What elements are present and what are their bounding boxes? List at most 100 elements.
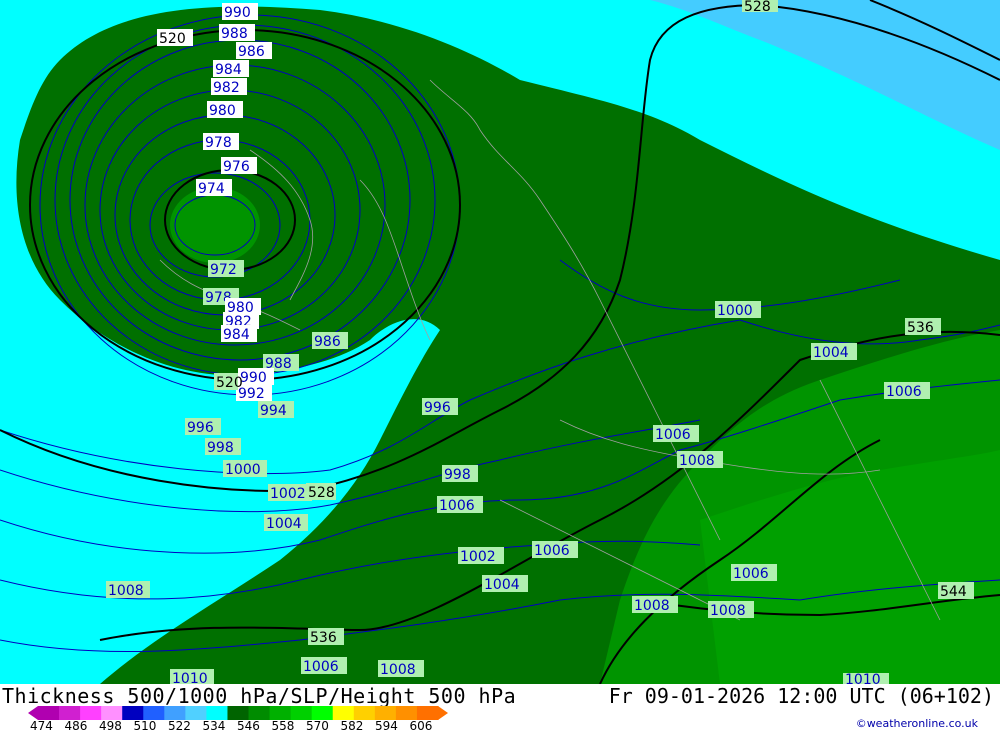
svg-text:1004: 1004 bbox=[484, 577, 520, 593]
svg-text:1008: 1008 bbox=[679, 453, 715, 469]
svg-text:976: 976 bbox=[223, 159, 250, 175]
height-label: 536 bbox=[308, 628, 344, 646]
valid-time: Fr 09-01-2026 12:00 UTC (06+102) bbox=[608, 684, 994, 708]
slp-label: 1004 bbox=[482, 575, 528, 593]
slp-label: 1004 bbox=[811, 343, 857, 361]
scale-cell bbox=[311, 706, 334, 720]
scale-arrow-right bbox=[438, 706, 448, 720]
svg-text:984: 984 bbox=[215, 62, 242, 78]
slp-label: 1008 bbox=[632, 596, 678, 614]
scale-cell bbox=[290, 706, 313, 720]
svg-text:974: 974 bbox=[198, 181, 225, 197]
svg-text:988: 988 bbox=[221, 26, 248, 42]
svg-text:1008: 1008 bbox=[710, 603, 746, 619]
map-footer: Thickness 500/1000 hPa/SLP/Height 500 hP… bbox=[0, 684, 1000, 733]
slp-label: 1000 bbox=[223, 460, 267, 478]
slp-label: 1008 bbox=[106, 581, 150, 599]
svg-text:984: 984 bbox=[223, 327, 250, 343]
svg-text:1008: 1008 bbox=[634, 598, 670, 614]
scale-cell bbox=[269, 706, 292, 720]
slp-label: 1006 bbox=[301, 657, 347, 675]
svg-text:990: 990 bbox=[224, 5, 251, 21]
svg-text:536: 536 bbox=[310, 630, 337, 646]
slp-label: 1008 bbox=[378, 660, 424, 678]
scale-cell bbox=[416, 706, 439, 720]
slp-label: 984 bbox=[213, 60, 249, 78]
scale-label: 558 bbox=[271, 719, 295, 733]
scale-cell bbox=[227, 706, 250, 720]
scale-label: 546 bbox=[237, 719, 260, 733]
svg-text:998: 998 bbox=[444, 467, 471, 483]
svg-text:990: 990 bbox=[240, 370, 267, 386]
scale-label: 582 bbox=[340, 719, 364, 733]
slp-label: 1010 bbox=[170, 669, 214, 687]
scale-cell bbox=[164, 706, 186, 720]
svg-text:1006: 1006 bbox=[439, 498, 475, 514]
slp-label: 1006 bbox=[884, 382, 930, 400]
slp-label: 1006 bbox=[532, 541, 578, 559]
svg-text:544: 544 bbox=[940, 584, 967, 600]
slp-label: 1000 bbox=[715, 301, 761, 319]
weather-map: 990 988 986 984 982 980 978 976 974 972 … bbox=[0, 0, 1000, 688]
scale-cell bbox=[248, 706, 271, 720]
slp-label: 998 bbox=[442, 465, 478, 483]
scale-label: 486 bbox=[64, 719, 88, 733]
svg-text:536: 536 bbox=[907, 320, 934, 336]
svg-text:972: 972 bbox=[210, 262, 237, 278]
height-label: 544 bbox=[938, 582, 974, 600]
slp-label: 1010 bbox=[843, 672, 889, 688]
slp-label: 990 bbox=[222, 3, 258, 21]
scale-label: 498 bbox=[99, 719, 122, 733]
scale-label: 510 bbox=[133, 719, 157, 733]
slp-label: 986 bbox=[312, 332, 348, 350]
slp-label: 972 bbox=[208, 260, 244, 278]
svg-text:980: 980 bbox=[209, 103, 236, 119]
low-center-patch bbox=[170, 187, 260, 263]
slp-label: 980 bbox=[207, 101, 243, 119]
slp-label: 984 bbox=[221, 325, 257, 343]
svg-text:1008: 1008 bbox=[380, 662, 416, 678]
svg-text:1010: 1010 bbox=[172, 671, 208, 684]
map-title: Thickness 500/1000 hPa/SLP/Height 500 hP… bbox=[2, 684, 517, 708]
svg-text:1006: 1006 bbox=[886, 384, 922, 400]
slp-label: 1002 bbox=[458, 547, 504, 565]
scale-cell bbox=[122, 706, 144, 720]
slp-label: 994 bbox=[258, 401, 294, 419]
scale-label: 534 bbox=[202, 719, 226, 733]
slp-label: 998 bbox=[205, 438, 241, 456]
svg-text:520: 520 bbox=[216, 375, 243, 391]
svg-text:1004: 1004 bbox=[813, 345, 849, 361]
scale-cell bbox=[143, 706, 165, 720]
slp-label: 1002 bbox=[268, 484, 312, 502]
slp-label: 1006 bbox=[731, 564, 777, 582]
scale-cell bbox=[206, 706, 228, 720]
slp-label: 1008 bbox=[708, 601, 754, 619]
slp-label: 982 bbox=[211, 78, 247, 96]
svg-text:1006: 1006 bbox=[303, 659, 339, 675]
svg-text:986: 986 bbox=[314, 334, 341, 350]
svg-text:1000: 1000 bbox=[717, 303, 753, 319]
slp-label: 1004 bbox=[264, 514, 308, 532]
svg-text:978: 978 bbox=[205, 135, 232, 151]
color-scale-bar bbox=[28, 706, 448, 720]
scale-cell bbox=[374, 706, 397, 720]
slp-label: 974 bbox=[196, 179, 232, 197]
scale-label: 474 bbox=[30, 719, 53, 733]
scale-cell bbox=[59, 706, 81, 720]
slp-label: 996 bbox=[422, 398, 458, 416]
scale-cell bbox=[38, 706, 60, 720]
scale-cell bbox=[332, 706, 355, 720]
credit-link[interactable]: ©weatheronline.co.uk bbox=[856, 717, 978, 730]
scale-cell bbox=[185, 706, 207, 720]
svg-text:986: 986 bbox=[238, 44, 265, 60]
scale-label: 606 bbox=[409, 719, 433, 733]
svg-text:1010: 1010 bbox=[845, 672, 881, 684]
height-label: 520 bbox=[157, 29, 193, 47]
slp-label: 1006 bbox=[653, 425, 699, 443]
svg-text:1006: 1006 bbox=[733, 566, 769, 582]
scale-arrow-left bbox=[28, 706, 38, 720]
svg-text:996: 996 bbox=[424, 400, 451, 416]
height-label: 536 bbox=[905, 318, 941, 336]
svg-text:1002: 1002 bbox=[460, 549, 496, 565]
slp-label: 1008 bbox=[677, 451, 723, 469]
